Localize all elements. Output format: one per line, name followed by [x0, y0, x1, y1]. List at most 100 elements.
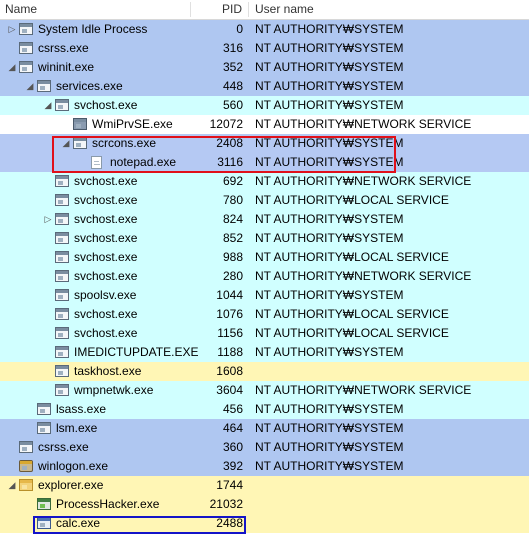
- process-row[interactable]: ◢ services.exe 448 NT AUTHORITY₩SYSTEM: [0, 77, 529, 96]
- process-pid: 352: [222, 60, 243, 74]
- process-row[interactable]: IMEDICTUPDATE.EXE 1188 NT AUTHORITY₩SYSTEM: [0, 343, 529, 362]
- process-user: NT AUTHORITY₩SYSTEM: [255, 345, 404, 359]
- process-row[interactable]: WmiPrvSE.exe 12072 NT AUTHORITY₩NETWORK SE…: [0, 115, 529, 134]
- process-pid: 316: [222, 41, 243, 55]
- process-row[interactable]: svchost.exe 1076 NT AUTHORITY₩LOCAL SERVIC…: [0, 305, 529, 324]
- process-pid: 1744: [216, 478, 243, 492]
- process-row[interactable]: ◢ explorer.exe 1744: [0, 476, 529, 495]
- process-pid: 1076: [216, 307, 243, 321]
- process-row[interactable]: svchost.exe 852 NT AUTHORITY₩SYSTEM: [0, 229, 529, 248]
- process-name: csrss.exe: [38, 440, 89, 454]
- process-row[interactable]: svchost.exe 988 NT AUTHORITY₩LOCAL SERVICE: [0, 248, 529, 267]
- process-user: NT AUTHORITY₩SYSTEM: [255, 288, 404, 302]
- process-row[interactable]: ▷ svchost.exe 824 NT AUTHORITY₩SYSTEM: [0, 210, 529, 229]
- process-user: NT AUTHORITY₩SYSTEM: [255, 79, 404, 93]
- process-row[interactable]: lsass.exe 456 NT AUTHORITY₩SYSTEM: [0, 400, 529, 419]
- column-header-user[interactable]: User name: [255, 0, 314, 19]
- process-row[interactable]: svchost.exe 692 NT AUTHORITY₩NETWORK SERVI…: [0, 172, 529, 191]
- process-row[interactable]: svchost.exe 780 NT AUTHORITY₩LOCAL SERVICE: [0, 191, 529, 210]
- process-user: NT AUTHORITY₩SYSTEM: [255, 440, 404, 454]
- process-name: svchost.exe: [74, 307, 138, 321]
- process-row[interactable]: winlogon.exe 392 NT AUTHORITY₩SYSTEM: [0, 457, 529, 476]
- process-row[interactable]: ◢ svchost.exe 560 NT AUTHORITY₩SYSTEM: [0, 96, 529, 115]
- folder-icon: [19, 479, 33, 491]
- process-pid: 448: [222, 79, 243, 93]
- process-name: svchost.exe: [74, 231, 138, 245]
- window-icon: [55, 289, 69, 301]
- process-pid: 3116: [217, 155, 243, 169]
- process-row[interactable]: taskhost.exe 1608: [0, 362, 529, 381]
- process-row[interactable]: svchost.exe 1156 NT AUTHORITY₩LOCAL SERVIC…: [0, 324, 529, 343]
- process-name: WmiPrvSE.exe: [92, 117, 173, 131]
- process-pid: 2408: [216, 136, 243, 150]
- column-divider[interactable]: [248, 2, 249, 17]
- wmi-icon: [73, 118, 87, 130]
- process-row[interactable]: wmpnetwk.exe 3604 NT AUTHORITY₩NETWORK SER…: [0, 381, 529, 400]
- window-icon: [19, 441, 33, 453]
- column-header-name[interactable]: Name: [5, 0, 37, 19]
- window-icon: [55, 308, 69, 320]
- process-user: NT AUTHORITY₩LOCAL SERVICE: [255, 193, 449, 207]
- process-pid: 824: [222, 212, 243, 226]
- process-pid: 12072: [209, 117, 243, 131]
- process-name: csrss.exe: [38, 41, 89, 55]
- window-icon: [55, 346, 69, 358]
- process-row[interactable]: lsm.exe 464 NT AUTHORITY₩SYSTEM: [0, 419, 529, 438]
- process-row[interactable]: spoolsv.exe 1044 NT AUTHORITY₩SYSTEM: [0, 286, 529, 305]
- window-icon: [55, 327, 69, 339]
- process-name: IMEDICTUPDATE.EXE: [74, 345, 199, 359]
- process-user: NT AUTHORITY₩SYSTEM: [255, 22, 404, 36]
- processhacker-icon: [37, 498, 51, 510]
- process-user: NT AUTHORITY₩LOCAL SERVICE: [255, 326, 449, 340]
- process-pid: 1044: [216, 288, 243, 302]
- window-icon: [55, 365, 69, 377]
- process-row[interactable]: calc.exe 2488: [0, 514, 529, 533]
- process-name: scrcons.exe: [92, 136, 157, 150]
- document-icon: [91, 156, 102, 169]
- process-row[interactable]: csrss.exe 316 NT AUTHORITY₩SYSTEM: [0, 39, 529, 58]
- window-icon: [55, 251, 69, 263]
- window-icon: [19, 23, 33, 35]
- expand-toggle-icon[interactable]: ▷: [43, 210, 53, 229]
- process-name: svchost.exe: [74, 250, 138, 264]
- column-divider[interactable]: [190, 2, 191, 17]
- process-name: svchost.exe: [74, 193, 138, 207]
- process-row[interactable]: ◢ wininit.exe 352 NT AUTHORITY₩SYSTEM: [0, 58, 529, 77]
- window-icon: [37, 403, 51, 415]
- process-user: NT AUTHORITY₩NETWORK SERVICE: [255, 269, 472, 283]
- process-pid: 780: [222, 193, 243, 207]
- process-name: wininit.exe: [38, 60, 95, 74]
- window-icon: [37, 80, 51, 92]
- process-pid: 21032: [209, 497, 243, 511]
- process-user: NT AUTHORITY₩SYSTEM: [255, 60, 404, 74]
- expand-toggle-icon[interactable]: ▷: [7, 20, 17, 39]
- window-icon: [19, 42, 33, 54]
- process-user: NT AUTHORITY₩SYSTEM: [255, 459, 404, 473]
- collapse-toggle-icon[interactable]: ◢: [43, 96, 53, 115]
- process-name: winlogon.exe: [38, 459, 109, 473]
- process-pid: 852: [222, 231, 243, 245]
- process-row[interactable]: ProcessHacker.exe 21032: [0, 495, 529, 514]
- process-name: svchost.exe: [74, 269, 138, 283]
- collapse-toggle-icon[interactable]: ◢: [61, 134, 71, 153]
- process-name: wmpnetwk.exe: [74, 383, 154, 397]
- collapse-toggle-icon[interactable]: ◢: [7, 476, 17, 495]
- column-header-pid[interactable]: PID: [222, 0, 242, 19]
- collapse-toggle-icon[interactable]: ◢: [7, 58, 17, 77]
- window-icon: [73, 137, 87, 149]
- process-pid: 560: [222, 98, 243, 112]
- process-row[interactable]: csrss.exe 360 NT AUTHORITY₩SYSTEM: [0, 438, 529, 457]
- process-row[interactable]: notepad.exe 3116 NT AUTHORITY₩SYSTEM: [0, 153, 529, 172]
- window-icon: [55, 270, 69, 282]
- process-user: NT AUTHORITY₩SYSTEM: [255, 212, 404, 226]
- process-user: NT AUTHORITY₩SYSTEM: [255, 98, 404, 112]
- process-row[interactable]: svchost.exe 280 NT AUTHORITY₩NETWORK SERVI…: [0, 267, 529, 286]
- process-row[interactable]: ▷ System Idle Process 0 NT AUTHORITY₩SYSTEM: [0, 20, 529, 39]
- process-name: taskhost.exe: [74, 364, 142, 378]
- window-icon: [19, 61, 33, 73]
- process-name: lsass.exe: [56, 402, 107, 416]
- process-row[interactable]: ◢ scrcons.exe 2408 NT AUTHORITY₩SYSTEM: [0, 134, 529, 153]
- calculator-icon: [37, 517, 51, 529]
- collapse-toggle-icon[interactable]: ◢: [25, 77, 35, 96]
- process-name: ProcessHacker.exe: [56, 497, 160, 511]
